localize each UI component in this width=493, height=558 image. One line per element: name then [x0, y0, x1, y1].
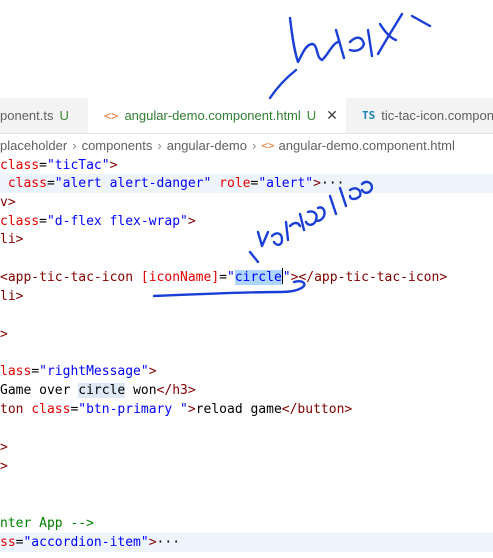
folded-ellipsis[interactable]: ···: [157, 535, 180, 550]
code-line: nter App -->: [0, 516, 94, 531]
code-line: class="ticTac">: [0, 158, 118, 173]
tab-component-ts[interactable]: ponent.ts U: [0, 98, 88, 133]
close-icon[interactable]: ✕: [326, 107, 338, 124]
word-highlight: circle: [78, 383, 126, 398]
code-line: ton class="btn-primary ">reload game</bu…: [0, 402, 353, 417]
tab-label: angular-demo.component.html: [124, 108, 301, 123]
code-line: lass="rightMessage">: [0, 364, 157, 379]
untracked-badge: U: [306, 108, 317, 123]
chevron-right-icon: ›: [157, 137, 162, 153]
code-line: li>: [0, 289, 24, 304]
code-line: class="d-flex flex-wrap">: [0, 214, 196, 229]
code-line: >: [0, 440, 8, 455]
tab-label: tic-tac-icon.compon: [381, 108, 493, 123]
breadcrumb-item[interactable]: placeholder: [0, 138, 67, 153]
tab-angular-demo-html[interactable]: <> angular-demo.component.html U ✕: [88, 98, 346, 133]
code-line: ss="accordion-item">···: [0, 533, 493, 552]
html-file-icon: <>: [104, 108, 119, 123]
typescript-file-icon: TS: [362, 109, 376, 122]
breadcrumb-item[interactable]: angular-demo: [167, 138, 247, 153]
breadcrumb-item[interactable]: components: [82, 138, 153, 153]
chevron-right-icon: ›: [72, 137, 77, 153]
code-line: li>: [0, 232, 24, 247]
pointer-stroke: [248, 250, 260, 264]
tab-label: ponent.ts: [0, 108, 54, 123]
code-line: <app-tic-tac-icon [iconName]="circle"></…: [0, 268, 448, 285]
html-file-icon: <>: [261, 138, 275, 152]
editor-tab-strip: ponent.ts U <> angular-demo.component.ht…: [0, 98, 493, 134]
selected-text[interactable]: circle: [234, 270, 282, 285]
untracked-badge: U: [59, 108, 69, 123]
code-line: >: [0, 327, 8, 342]
breadcrumb: placeholder › components › angular-demo …: [0, 134, 493, 156]
code-line: >: [0, 459, 8, 474]
tab-tic-tac-icon-ts[interactable]: TS tic-tac-icon.compon: [346, 98, 493, 133]
top-scribble: [288, 12, 432, 64]
pointer-stroke: [268, 68, 298, 100]
breadcrumb-item[interactable]: angular-demo.component.html: [279, 138, 455, 153]
folded-ellipsis[interactable]: ···: [321, 176, 344, 191]
code-line: class="alert alert-danger" role="alert">…: [0, 174, 493, 193]
code-line: v>: [0, 195, 16, 210]
code-line: Game over circle won</h3>: [0, 383, 196, 398]
chevron-right-icon: ›: [251, 137, 257, 153]
